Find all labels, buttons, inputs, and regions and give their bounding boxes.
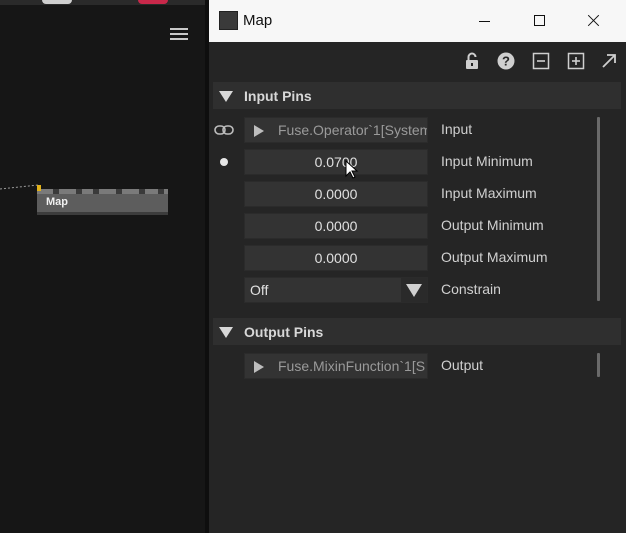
pin-label: Constrain [441,281,501,297]
play-icon [254,125,264,137]
section-title: Output Pins [244,324,324,340]
output-minimum-field[interactable]: 0.0000 [244,213,428,239]
node-graph-canvas[interactable]: Map [0,0,205,533]
toolbar-edge-white [42,0,72,4]
node-title: Map [46,196,68,208]
input-pins-header[interactable]: Input Pins [213,82,621,109]
output-maximum-field[interactable]: 0.0000 [244,245,428,271]
pin-label: Output Minimum [441,217,544,233]
pin-row-input-minimum: 0.0700 Input Minimum [209,147,609,177]
pin-label: Output Maximum [441,249,548,265]
output-link-field[interactable]: Fuse.MixinFunction`1[S [244,353,428,379]
window-title: Map [243,12,273,29]
pin-label: Input Minimum [441,153,533,169]
graph-menu-icon[interactable] [170,28,188,42]
collapse-triangle-icon [219,91,233,102]
section-title: Input Pins [244,88,312,104]
constrain-select[interactable]: Off [244,277,428,303]
minimize-button[interactable] [463,6,507,36]
pin-label: Input [441,121,473,137]
help-icon[interactable]: ? [497,52,515,70]
window-titlebar[interactable]: Map [209,0,626,42]
maximize-icon [534,15,545,26]
pin-row-output-minimum: 0.0000 Output Minimum [209,211,609,241]
node-port-strip [37,189,168,194]
chevron-down-icon[interactable] [401,278,427,302]
pin-active-dot-icon [220,158,228,166]
expand-icon[interactable] [567,52,585,70]
toolbar-edge-red [138,0,168,4]
pin-row-constrain: Off Constrain [209,275,609,305]
output-pins-scrollbar[interactable] [597,353,600,377]
input-minimum-field[interactable]: 0.0700 [244,149,428,175]
node-input-port[interactable] [37,185,41,191]
pin-row-output-maximum: 0.0000 Output Maximum [209,243,609,273]
pin-label: Output [441,357,484,373]
mouse-cursor-icon [345,160,359,179]
maximize-button[interactable] [517,6,561,36]
properties-window: Map ? Input Pins Fuse.Operator`1[System … [209,0,626,533]
pin-row-output: Fuse.MixinFunction`1[S Output [209,351,609,381]
input-pins-scrollbar[interactable] [597,117,600,301]
link-icon[interactable] [213,120,235,140]
properties-toolbar: ? [209,42,626,80]
svg-text:?: ? [502,54,510,69]
input-link-field[interactable]: Fuse.Operator`1[System [244,117,428,143]
pin-row-input-maximum: 0.0000 Input Maximum [209,179,609,209]
input-maximum-field[interactable]: 0.0000 [244,181,428,207]
collapse-triangle-icon [219,327,233,338]
connection-wire [0,184,38,190]
app-icon [219,11,238,30]
pin-row-input: Fuse.Operator`1[System Input [209,115,609,145]
pin-label: Input Maximum [441,185,537,201]
collapse-icon[interactable] [532,52,550,70]
open-external-icon[interactable] [600,52,618,70]
output-pins-header[interactable]: Output Pins [213,318,621,345]
play-icon [254,361,264,373]
unlock-icon[interactable] [463,52,481,70]
close-button[interactable] [572,6,616,36]
minimize-icon [479,21,490,22]
map-node[interactable]: Map [37,185,168,215]
graph-top-strip [0,0,205,5]
